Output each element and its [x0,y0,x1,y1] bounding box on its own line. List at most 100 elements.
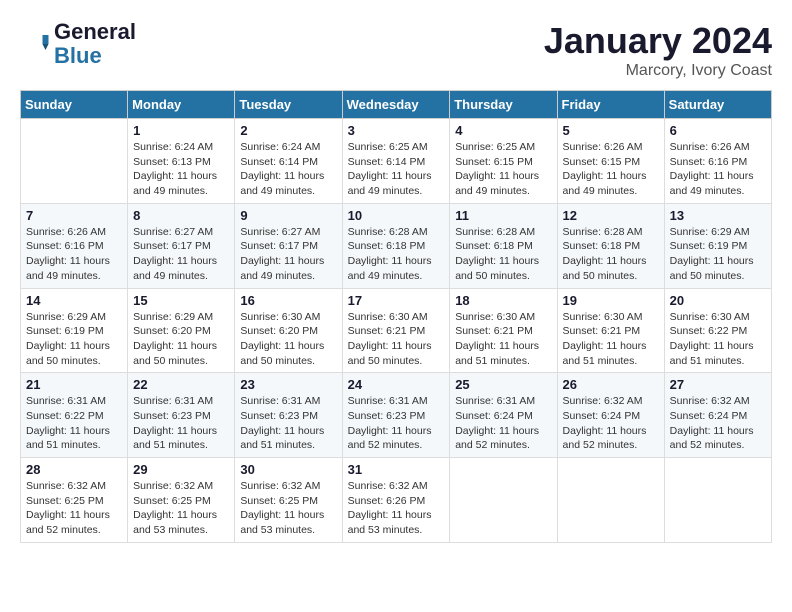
calendar-cell: 13 Sunrise: 6:29 AMSunset: 6:19 PMDayligh… [664,203,771,288]
day-info: Sunrise: 6:25 AMSunset: 6:14 PMDaylight:… [348,140,445,199]
day-info: Sunrise: 6:28 AMSunset: 6:18 PMDaylight:… [348,225,445,284]
calendar-cell: 6 Sunrise: 6:26 AMSunset: 6:16 PMDaylight… [664,119,771,204]
day-number: 6 [670,123,766,138]
day-number: 10 [348,208,445,223]
calendar-cell: 22 Sunrise: 6:31 AMSunset: 6:23 PMDayligh… [128,373,235,458]
calendar-cell: 18 Sunrise: 6:30 AMSunset: 6:21 PMDayligh… [450,288,557,373]
day-number: 19 [563,293,659,308]
day-number: 11 [455,208,551,223]
day-info: Sunrise: 6:27 AMSunset: 6:17 PMDaylight:… [133,225,229,284]
title-block: January 2024 Marcory, Ivory Coast [544,20,772,80]
calendar-cell: 30Sunrise: 6:32 AMSunset: 6:25 PMDayligh… [235,458,342,543]
day-info: Sunrise: 6:30 AMSunset: 6:21 PMDaylight:… [455,310,551,369]
calendar-cell: 12 Sunrise: 6:28 AMSunset: 6:18 PMDayligh… [557,203,664,288]
subtitle: Marcory, Ivory Coast [544,62,772,80]
calendar-cell: 27 Sunrise: 6:32 AMSunset: 6:24 PMDayligh… [664,373,771,458]
calendar-cell: 2 Sunrise: 6:24 AMSunset: 6:14 PMDaylight… [235,119,342,204]
day-number: 23 [240,377,336,392]
day-info: Sunrise: 6:24 AMSunset: 6:13 PMDaylight:… [133,140,229,199]
calendar-week-row: 1Sunrise: 6:24 AMSunset: 6:13 PMDaylight… [21,119,772,204]
calendar-header-row: SundayMondayTuesdayWednesdayThursdayFrid… [21,91,772,119]
day-number: 22 [133,377,229,392]
calendar-cell: 23Sunrise: 6:31 AMSunset: 6:23 PMDayligh… [235,373,342,458]
day-info: Sunrise: 6:31 AMSunset: 6:23 PMDaylight:… [133,394,229,453]
day-info: Sunrise: 6:26 AMSunset: 6:16 PMDaylight:… [670,140,766,199]
calendar-cell [450,458,557,543]
calendar-cell: 10 Sunrise: 6:28 AMSunset: 6:18 PMDayligh… [342,203,450,288]
day-info: Sunrise: 6:26 AMSunset: 6:16 PMDaylight:… [26,225,122,284]
day-number: 16 [240,293,336,308]
day-info: Sunrise: 6:30 AMSunset: 6:21 PMDaylight:… [563,310,659,369]
day-number: 15 [133,293,229,308]
day-info: Sunrise: 6:32 AMSunset: 6:25 PMDaylight:… [26,479,122,538]
day-number: 18 [455,293,551,308]
day-number: 4 [455,123,551,138]
day-number: 17 [348,293,445,308]
header-day: Tuesday [235,91,342,119]
logo-text: General Blue [54,20,136,68]
calendar-cell: 24 Sunrise: 6:31 AMSunset: 6:23 PMDayligh… [342,373,450,458]
day-number: 5 [563,123,659,138]
calendar-cell: 31Sunrise: 6:32 AMSunset: 6:26 PMDayligh… [342,458,450,543]
page-header: General Blue January 2024 Marcory, Ivory… [20,20,772,80]
calendar-cell [557,458,664,543]
calendar-body: 1Sunrise: 6:24 AMSunset: 6:13 PMDaylight… [21,119,772,543]
calendar-cell: 11 Sunrise: 6:28 AMSunset: 6:18 PMDayligh… [450,203,557,288]
day-info: Sunrise: 6:30 AMSunset: 6:22 PMDaylight:… [670,310,766,369]
day-number: 27 [670,377,766,392]
calendar-cell: 29 Sunrise: 6:32 AMSunset: 6:25 PMDayligh… [128,458,235,543]
day-number: 2 [240,123,336,138]
day-info: Sunrise: 6:29 AMSunset: 6:19 PMDaylight:… [670,225,766,284]
calendar-cell: 16Sunrise: 6:30 AMSunset: 6:20 PMDayligh… [235,288,342,373]
day-info: Sunrise: 6:32 AMSunset: 6:24 PMDaylight:… [670,394,766,453]
calendar-cell: 21Sunrise: 6:31 AMSunset: 6:22 PMDayligh… [21,373,128,458]
day-info: Sunrise: 6:30 AMSunset: 6:21 PMDaylight:… [348,310,445,369]
day-info: Sunrise: 6:28 AMSunset: 6:18 PMDaylight:… [563,225,659,284]
day-info: Sunrise: 6:32 AMSunset: 6:25 PMDaylight:… [240,479,336,538]
day-info: Sunrise: 6:31 AMSunset: 6:23 PMDaylight:… [348,394,445,453]
calendar-cell: 17 Sunrise: 6:30 AMSunset: 6:21 PMDayligh… [342,288,450,373]
calendar-week-row: 28Sunrise: 6:32 AMSunset: 6:25 PMDayligh… [21,458,772,543]
calendar-cell: 5Sunrise: 6:26 AMSunset: 6:15 PMDaylight… [557,119,664,204]
calendar-table: SundayMondayTuesdayWednesdayThursdayFrid… [20,90,772,543]
day-info: Sunrise: 6:31 AMSunset: 6:24 PMDaylight:… [455,394,551,453]
calendar-cell: 25 Sunrise: 6:31 AMSunset: 6:24 PMDayligh… [450,373,557,458]
day-number: 31 [348,462,445,477]
day-number: 12 [563,208,659,223]
header-day: Friday [557,91,664,119]
calendar-cell: 4Sunrise: 6:25 AMSunset: 6:15 PMDaylight… [450,119,557,204]
calendar-cell: 3 Sunrise: 6:25 AMSunset: 6:14 PMDaylight… [342,119,450,204]
day-info: Sunrise: 6:32 AMSunset: 6:25 PMDaylight:… [133,479,229,538]
calendar-cell [664,458,771,543]
day-number: 13 [670,208,766,223]
day-number: 21 [26,377,122,392]
day-info: Sunrise: 6:24 AMSunset: 6:14 PMDaylight:… [240,140,336,199]
calendar-cell: 19 Sunrise: 6:30 AMSunset: 6:21 PMDayligh… [557,288,664,373]
day-number: 25 [455,377,551,392]
calendar-week-row: 14 Sunrise: 6:29 AMSunset: 6:19 PMDayligh… [21,288,772,373]
header-day: Thursday [450,91,557,119]
calendar-cell: 20 Sunrise: 6:30 AMSunset: 6:22 PMDayligh… [664,288,771,373]
calendar-cell: 26Sunrise: 6:32 AMSunset: 6:24 PMDayligh… [557,373,664,458]
calendar-cell: 28Sunrise: 6:32 AMSunset: 6:25 PMDayligh… [21,458,128,543]
logo: General Blue [20,20,136,68]
logo-icon [20,29,50,59]
calendar-cell: 15Sunrise: 6:29 AMSunset: 6:20 PMDayligh… [128,288,235,373]
day-number: 8 [133,208,229,223]
day-number: 20 [670,293,766,308]
header-day: Wednesday [342,91,450,119]
calendar-cell: 8 Sunrise: 6:27 AMSunset: 6:17 PMDaylight… [128,203,235,288]
day-number: 24 [348,377,445,392]
header-day: Saturday [664,91,771,119]
day-info: Sunrise: 6:32 AMSunset: 6:24 PMDaylight:… [563,394,659,453]
day-info: Sunrise: 6:28 AMSunset: 6:18 PMDaylight:… [455,225,551,284]
calendar-cell [21,119,128,204]
day-number: 14 [26,293,122,308]
day-number: 3 [348,123,445,138]
calendar-cell: 1Sunrise: 6:24 AMSunset: 6:13 PMDaylight… [128,119,235,204]
day-info: Sunrise: 6:29 AMSunset: 6:19 PMDaylight:… [26,310,122,369]
header-day: Sunday [21,91,128,119]
calendar-cell: 9Sunrise: 6:27 AMSunset: 6:17 PMDaylight… [235,203,342,288]
day-number: 29 [133,462,229,477]
day-number: 7 [26,208,122,223]
